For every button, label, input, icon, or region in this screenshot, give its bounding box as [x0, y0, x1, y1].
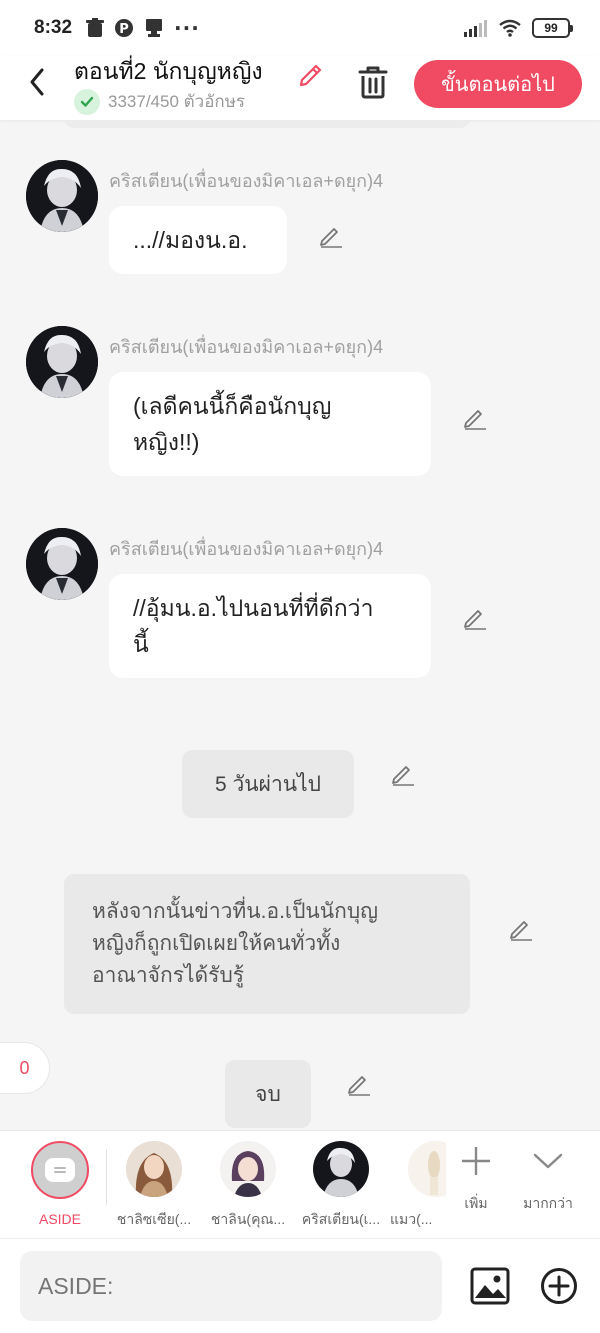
pencil-icon — [348, 1076, 370, 1096]
edit-message-button[interactable] — [462, 604, 488, 634]
wifi-icon — [499, 19, 521, 37]
pencil-icon — [320, 228, 342, 248]
character-label: คริสเตียน(เ... — [301, 1211, 381, 1227]
aside-avatar — [31, 1141, 89, 1199]
add-content-button[interactable] — [540, 1267, 578, 1309]
character-avatar — [126, 1141, 182, 1197]
count-text: 3337/450 ตัวอักษร — [108, 92, 246, 111]
svg-text:P: P — [119, 22, 129, 37]
end-bubble[interactable]: จบ — [225, 1060, 311, 1128]
delete-button[interactable] — [356, 64, 390, 104]
speaker-name: คริสเตียน(เพื่อนของมิคาเอล+ดยุก)4 — [109, 337, 384, 357]
narration-bubble[interactable]: หลังจากนั้นข่าวที่น.อ.เป็นนักบุญ หญิงก็ถ… — [64, 874, 470, 1014]
back-button[interactable] — [22, 64, 52, 100]
character-aside[interactable]: ASIDE — [15, 1141, 105, 1227]
pencil-icon — [392, 766, 414, 786]
status-time: 8:32 — [34, 17, 73, 38]
trash-icon — [358, 66, 388, 99]
character-chip[interactable]: ชาลิน(คุณ... — [203, 1141, 293, 1231]
pencil-icon — [464, 610, 486, 630]
character-avatar — [408, 1141, 446, 1197]
edit-narration-button[interactable] — [508, 915, 534, 945]
pencil-icon — [299, 64, 322, 87]
pencil-icon — [510, 921, 532, 941]
character-chip[interactable]: คริสเตียน(เ... — [296, 1141, 386, 1231]
previous-bubble-edge — [64, 120, 470, 128]
comment-counter[interactable]: 0 — [0, 1042, 50, 1094]
divider — [106, 1149, 107, 1205]
edit-time-skip-button[interactable] — [390, 760, 416, 790]
insert-image-button[interactable] — [470, 1267, 510, 1309]
plus-circle-icon — [541, 1268, 577, 1304]
time-skip-bubble[interactable]: 5 วันผ่านไป — [182, 750, 354, 818]
next-step-button[interactable]: ขั้นตอนต่อไป — [414, 60, 582, 108]
dialogue-bubble[interactable]: (เลดีคนนี้ก็คือนักบุญ หญิง!!) — [109, 372, 431, 476]
edit-message-button[interactable] — [462, 404, 488, 434]
more-label: มากกว่า — [523, 1195, 573, 1211]
dialogue-bubble[interactable]: //อุ้มน.อ.ไปนอนที่ที่ดีกว่า นี้ — [109, 574, 431, 678]
character-label: ชาลิซเซีย(... — [116, 1211, 192, 1227]
edit-message-button[interactable] — [318, 222, 344, 252]
speaker-name: คริสเตียน(เพื่อนของมิคาเอล+ดยุก)4 — [109, 539, 384, 559]
episode-title: ตอนที่2 นักบุญหญิง — [74, 58, 263, 84]
character-chip[interactable]: แมว(... — [390, 1141, 446, 1231]
more-notifications-icon: ··· — [174, 16, 200, 40]
edit-end-button[interactable] — [346, 1070, 372, 1100]
status-bar: 8:32 P ··· 99 — [0, 0, 600, 56]
pinterest-icon: P — [115, 19, 134, 37]
character-avatar — [313, 1141, 369, 1197]
message-input[interactable] — [20, 1251, 442, 1321]
battery-indicator: 99 — [532, 18, 573, 38]
add-label: เพิ่ม — [464, 1195, 488, 1211]
character-avatar[interactable] — [26, 528, 98, 600]
character-selector: ASIDE ชาลิซเซีย(... ชาลิน(คุณ... คริสเตี… — [0, 1130, 600, 1238]
character-label: ชาลิน(คุณ... — [210, 1211, 286, 1227]
notification-icons: P ··· — [86, 16, 200, 40]
editor-header: ตอนที่2 นักบุญหญิง 3337/450 ตัวอักษร ขั้… — [0, 56, 600, 120]
chevron-left-icon — [30, 68, 44, 96]
pencil-icon — [464, 410, 486, 430]
input-bar — [0, 1238, 600, 1333]
add-character-button[interactable]: เพิ่ม — [446, 1145, 506, 1215]
character-label: ASIDE — [38, 1211, 81, 1227]
character-chip[interactable]: ชาลิซเซีย(... — [109, 1141, 199, 1231]
cast-icon — [146, 19, 163, 37]
signal-icon — [464, 20, 487, 37]
character-label: แมว(... — [390, 1211, 433, 1227]
image-icon — [470, 1267, 510, 1305]
dialogue-bubble[interactable]: ...//มองน.อ. — [109, 206, 287, 274]
chevron-down-icon — [533, 1153, 563, 1169]
speaker-name: คริสเตียน(เพื่อนของมิคาเอล+ดยุก)4 — [109, 171, 384, 191]
check-icon — [74, 88, 100, 115]
chat-area[interactable]: คริสเตียน(เพื่อนของมิคาเอล+ดยุก)4 ...//ม… — [0, 120, 600, 1130]
aside-icon — [45, 1158, 75, 1182]
plus-icon — [462, 1147, 490, 1175]
trash-notification-icon — [86, 18, 105, 37]
character-avatar — [220, 1141, 276, 1197]
character-avatar[interactable] — [26, 160, 98, 232]
character-count: 3337/450 ตัวอักษร — [74, 88, 245, 115]
character-avatar[interactable] — [26, 326, 98, 398]
more-button[interactable]: มากกว่า — [518, 1145, 578, 1215]
edit-title-button[interactable] — [296, 58, 326, 92]
